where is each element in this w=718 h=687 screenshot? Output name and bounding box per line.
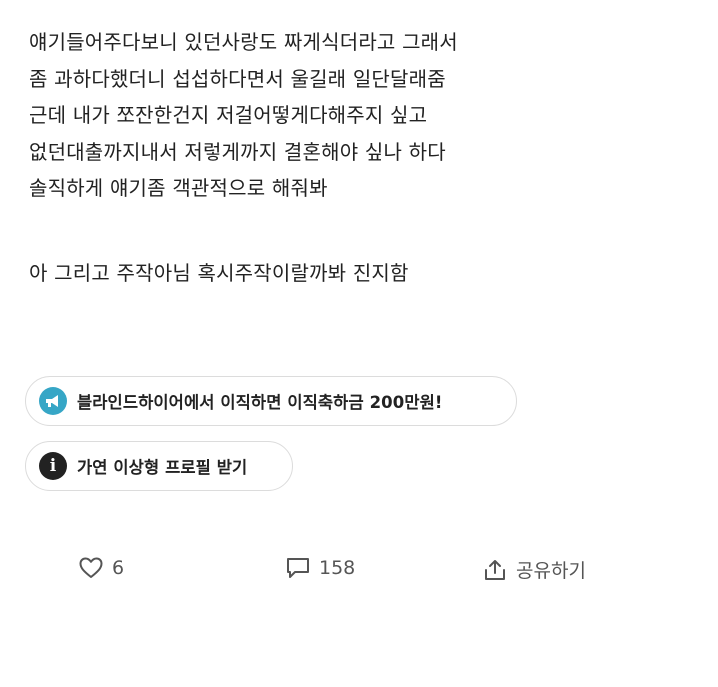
ad-chip[interactable]: 블라인드하이어에서 이직하면 이직축하금 200만원! [25, 376, 517, 426]
ad-chip-label: 블라인드하이어에서 이직하면 이직축하금 200만원! [77, 393, 443, 412]
megaphone-icon [39, 387, 67, 415]
profile-chip[interactable]: i 가연 이상형 프로필 받기 [25, 441, 293, 491]
heart-icon [78, 556, 104, 580]
profile-chip-label: 가연 이상형 프로필 받기 [77, 458, 248, 477]
share-button[interactable]: 공유하기 [482, 556, 586, 583]
like-button[interactable]: 6 [78, 556, 124, 580]
info-icon: i [39, 452, 67, 480]
post-line: 좀 과하다했더니 섭섭하다면서 울길래 일단달래줌 [29, 66, 446, 91]
post-line: 없던대출까지내서 저렇게까지 결혼해야 싶나 하다 [29, 139, 446, 164]
share-icon [482, 558, 508, 582]
post-line: 아 그리고 주작아님 혹시주작이랄까봐 진지함 [29, 260, 409, 285]
comment-button[interactable]: 158 [285, 556, 355, 580]
post-body: 얘기들어주다보니 있던사랑도 짜게식더라고 그래서 좀 과하다했더니 섭섭하다면… [29, 24, 699, 291]
comment-icon [285, 556, 311, 580]
like-count: 6 [112, 557, 125, 579]
share-label: 공유하기 [516, 560, 586, 582]
post-line: 얘기들어주다보니 있던사랑도 짜게식더라고 그래서 [29, 30, 458, 54]
action-bar: 6 158 공유하기 [0, 556, 718, 590]
post-line: 근데 내가 쪼잔한건지 저걸어떻게다해주지 싶고 [29, 103, 428, 127]
post-line: 솔직하게 얘기좀 객관적으로 해줘봐 [29, 176, 328, 200]
comment-count: 158 [319, 557, 356, 579]
